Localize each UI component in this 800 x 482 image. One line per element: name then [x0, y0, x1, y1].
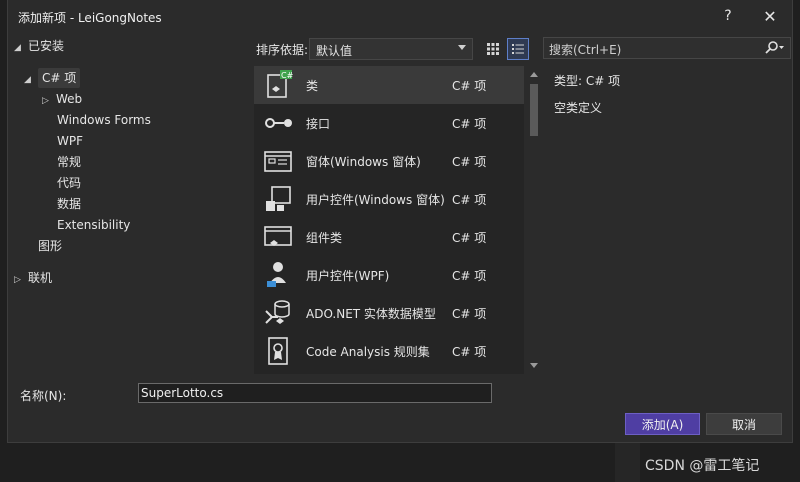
name-label: 名称(N):: [20, 389, 67, 403]
title-bar: 添加新项 - LeiGongNotes ? ✕: [8, 0, 792, 32]
tree-item-data[interactable]: 数据: [57, 194, 81, 214]
template-name: 组件类: [306, 230, 343, 245]
list-item[interactable]: Code Analysis 规则集 C# 项: [254, 332, 524, 370]
tree-item-wpf[interactable]: WPF: [57, 131, 83, 151]
search-placeholder: 搜索(Ctrl+E): [549, 43, 622, 57]
tree-item-graphics[interactable]: 图形: [38, 236, 62, 256]
template-language: C# 项: [452, 306, 487, 321]
details-panel: 类型: C# 项 空类定义: [554, 72, 784, 116]
help-button[interactable]: ?: [710, 4, 746, 28]
tree-item-label: C# 项: [38, 68, 81, 88]
type-label: 类型:: [554, 74, 583, 88]
sort-dropdown[interactable]: 默认值: [309, 38, 473, 60]
tree-item-label: 已安装: [28, 39, 65, 53]
list-scrollbar[interactable]: [526, 66, 542, 374]
tree-item-general[interactable]: 常规: [57, 152, 81, 172]
sort-label: 排序依据:: [256, 43, 309, 57]
list-item[interactable]: 用户控件(WPF) C# 项: [254, 256, 524, 294]
category-tree: ◢ 已安装 ◢ C# 项 ▷ Web Windows Forms WPF 常规 代码 …: [8, 36, 248, 376]
scroll-down-icon[interactable]: [530, 363, 538, 368]
template-name: ADO.NET 实体数据模型: [306, 306, 436, 321]
collapsed-arrow-icon: ▷: [42, 96, 49, 106]
template-language: C# 项: [452, 344, 487, 359]
template-language: C# 项: [452, 116, 487, 131]
collapsed-arrow-icon: ▷: [14, 275, 21, 285]
template-language: C# 项: [452, 154, 487, 169]
user-control-icon: [262, 183, 294, 215]
tree-item-label: Web: [56, 92, 83, 106]
tree-item-code[interactable]: 代码: [57, 173, 81, 193]
tree-item-csharp[interactable]: ◢ C# 项: [24, 68, 81, 88]
template-description: 空类定义: [554, 101, 603, 115]
search-icon[interactable]: [764, 40, 784, 59]
tree-item-label: 联机: [28, 271, 53, 285]
template-language: C# 项: [452, 230, 487, 245]
tree-item-online[interactable]: ▷ 联机: [14, 268, 52, 288]
close-button[interactable]: ✕: [752, 4, 788, 28]
grid-view-button[interactable]: [482, 38, 504, 60]
search-glyph: [765, 41, 784, 54]
list-item[interactable]: 组件类 C# 项: [254, 218, 524, 256]
list-item[interactable]: ADO.NET 实体数据模型 C# 项: [254, 294, 524, 332]
component-icon: [262, 221, 294, 253]
form-icon: [262, 145, 294, 177]
list-item[interactable]: C# 类 C# 项: [254, 66, 524, 104]
svg-text:C#: C#: [281, 71, 294, 80]
template-name: 接口: [306, 116, 331, 131]
list-item[interactable]: 接口 C# 项: [254, 104, 524, 142]
background-strip: [615, 443, 640, 482]
scrollbar-thumb[interactable]: [530, 84, 538, 136]
template-language: C# 项: [452, 78, 487, 93]
interface-icon: [262, 107, 294, 139]
list-view-icon: [512, 44, 524, 54]
add-button[interactable]: 添加(A): [625, 413, 700, 435]
tree-item-windows-forms[interactable]: Windows Forms: [57, 110, 151, 130]
template-name: Code Analysis 规则集: [306, 344, 430, 359]
entity-model-icon: [262, 297, 294, 329]
chevron-down-icon: [458, 45, 466, 50]
watermark: CSDN @雷工笔记: [645, 458, 760, 474]
tree-item-web[interactable]: ▷ Web: [42, 89, 82, 109]
expanded-arrow-icon: ◢: [24, 75, 31, 85]
scroll-up-icon[interactable]: [530, 72, 538, 77]
tree-item-installed[interactable]: ◢ 已安装: [14, 36, 64, 56]
list-view-button[interactable]: [507, 38, 529, 60]
window-title: 添加新项 - LeiGongNotes: [18, 11, 162, 25]
list-item[interactable]: 窗体(Windows 窗体) C# 项: [254, 142, 524, 180]
type-line: 类型: C# 项: [554, 72, 784, 89]
tree-item-extensibility[interactable]: Extensibility: [57, 215, 130, 235]
template-name: 用户控件(Windows 窗体): [306, 192, 445, 207]
template-name: 用户控件(WPF): [306, 268, 390, 283]
template-language: C# 项: [452, 192, 487, 207]
expanded-arrow-icon: ◢: [14, 43, 21, 53]
template-list: C# 类 C# 项 接口 C# 项 窗体(Windows 窗体) C# 项 用户…: [254, 66, 524, 374]
add-new-item-dialog: 添加新项 - LeiGongNotes ? ✕ ◢ 已安装 ◢ C# 项 ▷ Web …: [7, 0, 793, 443]
ruleset-icon: [262, 335, 294, 367]
template-language: C# 项: [452, 268, 487, 283]
grid-view-icon: [487, 43, 499, 55]
template-name: 窗体(Windows 窗体): [306, 154, 421, 169]
sort-dropdown-value: 默认值: [316, 44, 353, 58]
template-name: 类: [306, 78, 319, 93]
list-item[interactable]: 用户控件(Windows 窗体) C# 项: [254, 180, 524, 218]
search-input[interactable]: 搜索(Ctrl+E): [543, 37, 791, 59]
name-input[interactable]: [138, 383, 492, 403]
cancel-button[interactable]: 取消: [706, 413, 782, 435]
type-value: C# 项: [585, 74, 621, 88]
class-icon: C#: [262, 69, 294, 101]
wpf-user-control-icon: [262, 259, 294, 291]
